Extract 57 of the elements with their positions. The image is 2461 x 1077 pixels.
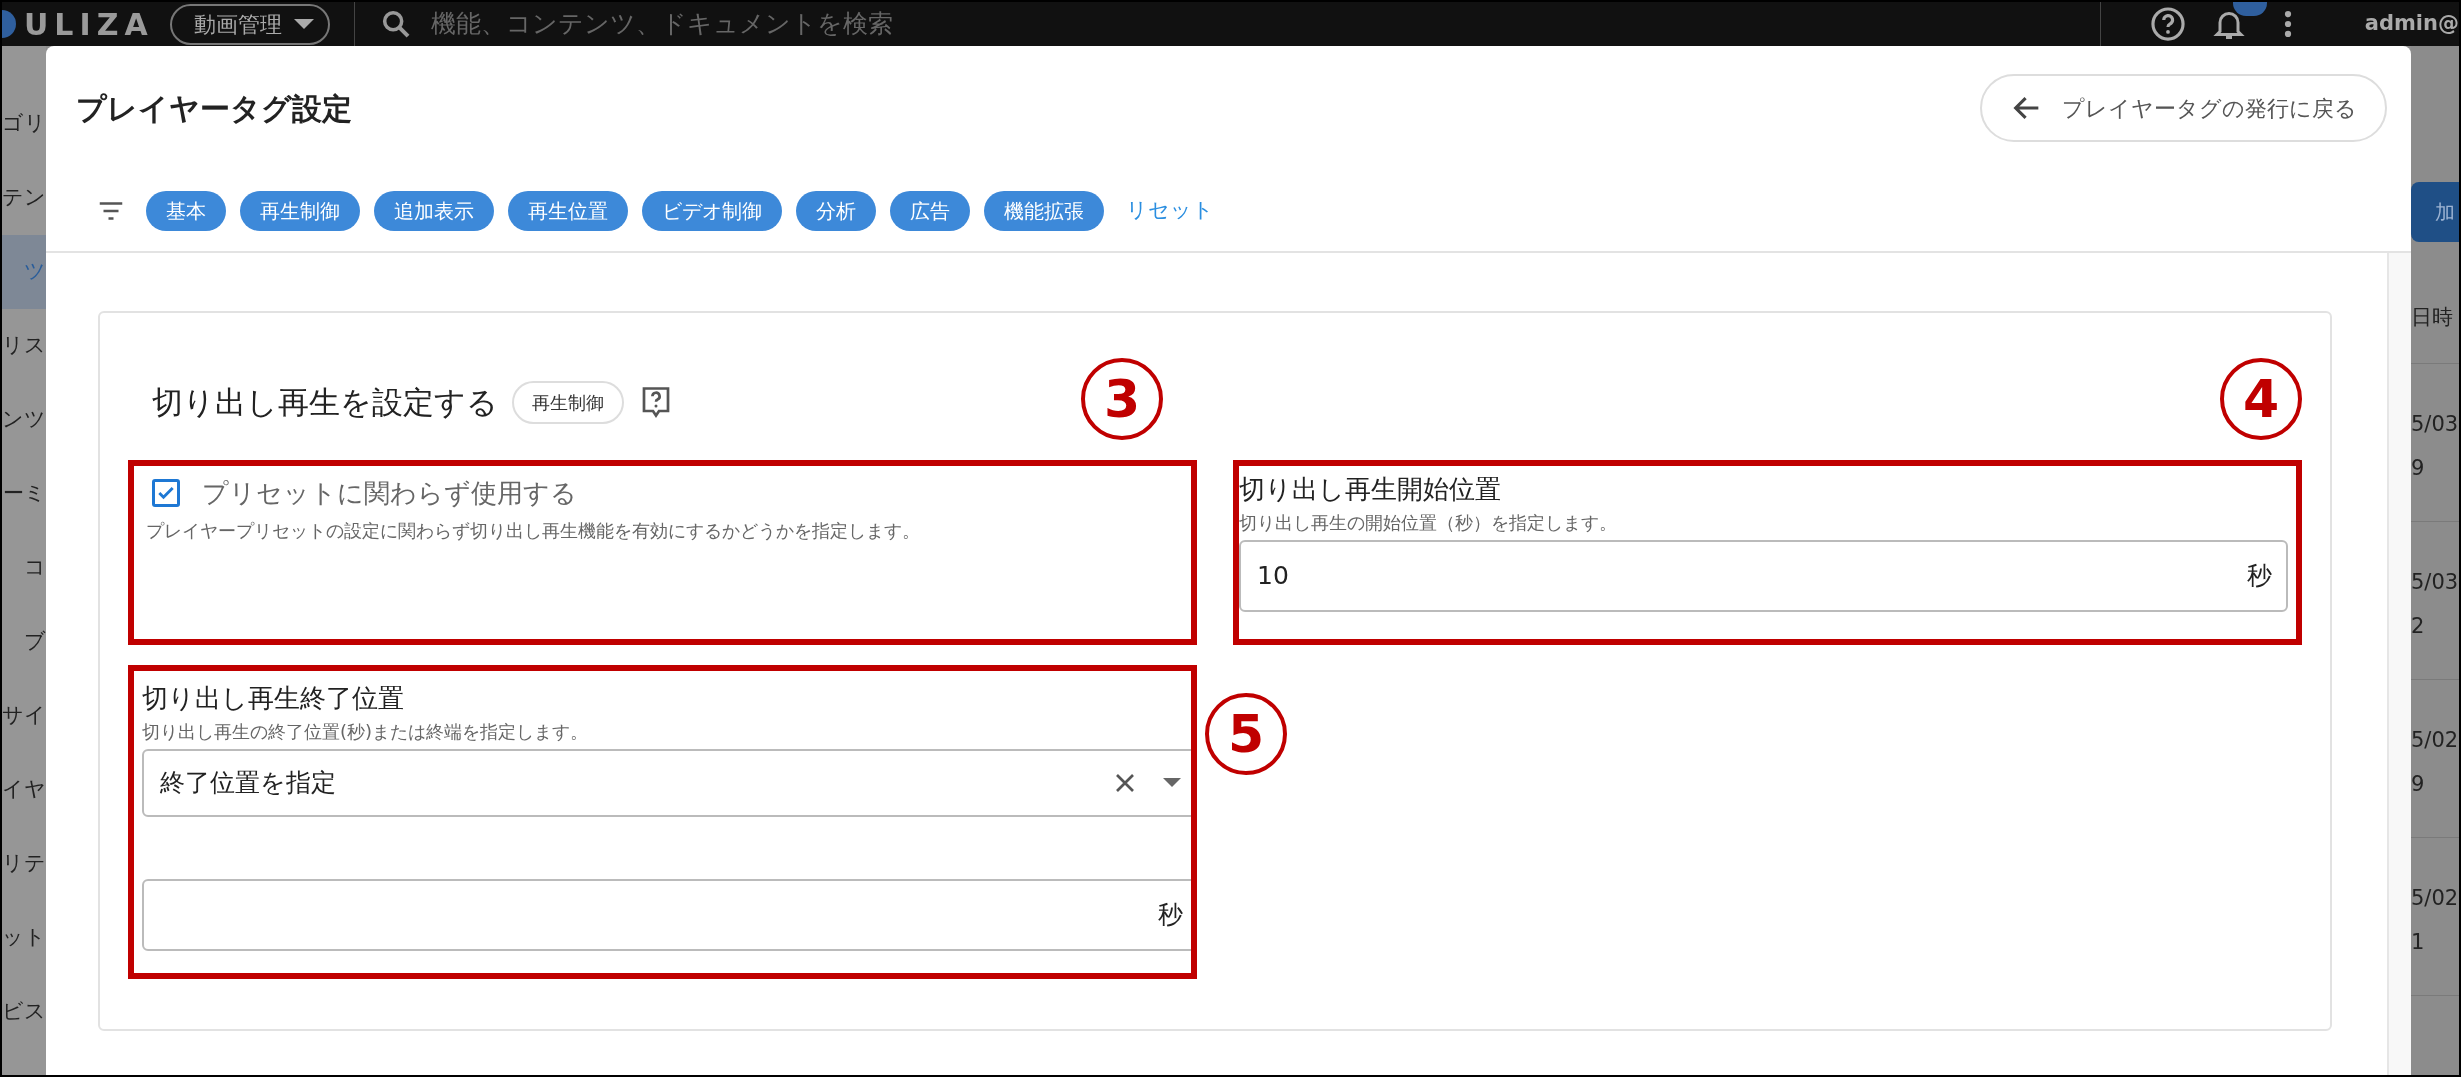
annotation-number: 5 bbox=[1205, 692, 1287, 775]
unit-label: 秒 bbox=[2247, 559, 2272, 592]
field-label: 切り出し再生開始位置 bbox=[1239, 472, 1502, 506]
field-description: 切り出し再生の終了位置(秒)または終端を指定します。 bbox=[142, 719, 590, 744]
table-cell-text: 9 bbox=[2411, 771, 2426, 798]
sidebar-item[interactable]: リス bbox=[2, 309, 46, 383]
filter-chip[interactable]: 機能拡張 bbox=[984, 191, 1104, 231]
reset-link[interactable]: リセット bbox=[1126, 195, 1214, 227]
back-button[interactable]: プレイヤータグの発行に戻る bbox=[1980, 74, 2387, 142]
logo-text: ULIZA bbox=[24, 5, 154, 44]
dialog-title: プレイヤータグ設定 bbox=[76, 89, 352, 128]
field-label: 切り出し再生終了位置 bbox=[142, 681, 405, 715]
filter-chip[interactable]: 広告 bbox=[890, 191, 970, 231]
table-cell-text: 5/03 bbox=[2411, 411, 2459, 438]
field-description: プレイヤープリセットの設定に関わらず切り出し再生機能を有効にするかどうかを指定します。 bbox=[146, 518, 921, 543]
table-cell-text: 5/03 bbox=[2411, 569, 2459, 596]
table-cell-text: 5/02 bbox=[2411, 727, 2459, 754]
sidebar-item[interactable]: イヤ bbox=[2, 753, 46, 827]
sidebar-item[interactable]: サイ bbox=[2, 679, 46, 753]
number-field[interactable]: 10 秒 bbox=[1239, 539, 2288, 612]
select-field[interactable]: 終了位置を指定 bbox=[142, 748, 1191, 817]
service-menu[interactable]: 動画管理 bbox=[169, 3, 330, 45]
logo-icon bbox=[2, 10, 16, 38]
filter-chip[interactable]: 追加表示 bbox=[374, 191, 494, 231]
field-description: 切り出し再生の開始位置（秒）を指定します。 bbox=[1239, 510, 1618, 535]
table-cell-text: 1 bbox=[2411, 929, 2426, 956]
sidebar-item[interactable]: リテ bbox=[2, 827, 46, 901]
filter-chip[interactable]: 再生制御 bbox=[240, 191, 360, 231]
sidebar-item[interactable]: ンツ bbox=[2, 383, 46, 457]
unit-label: 秒 bbox=[1158, 898, 1183, 931]
annotation-number: 4 bbox=[2220, 357, 2302, 440]
section-title: 切り出し再生を設定する bbox=[152, 383, 498, 422]
filter-chip[interactable]: 基本 bbox=[146, 191, 226, 231]
caret-icon bbox=[293, 19, 314, 29]
checkbox-label: プリセットに関わらず使用する bbox=[202, 476, 577, 510]
filter-chip[interactable]: ビデオ制御 bbox=[642, 191, 782, 231]
add-button[interactable]: 加 bbox=[2411, 182, 2459, 242]
annotation-number: 3 bbox=[1081, 357, 1163, 440]
caret-icon bbox=[1163, 778, 1181, 787]
table-cell-text: 2 bbox=[2411, 613, 2426, 640]
sidebar-item[interactable]: テン bbox=[2, 161, 46, 235]
sidebar-item[interactable]: ブ bbox=[2, 605, 46, 679]
sidebar-item[interactable]: ビス bbox=[2, 975, 46, 1049]
sidebar-item[interactable]: ーミ bbox=[2, 457, 46, 531]
filter-chip[interactable]: 分析 bbox=[796, 191, 876, 231]
category-tag: 再生制御 bbox=[512, 380, 624, 424]
table-cell-text: 9 bbox=[2411, 455, 2426, 482]
filter-chip[interactable]: 再生位置 bbox=[508, 191, 628, 231]
help-icon[interactable] bbox=[2148, 5, 2187, 43]
table-cell-text: 5/02 bbox=[2411, 885, 2459, 912]
sidebar-item[interactable]: ット bbox=[2, 901, 46, 975]
number-field[interactable]: 秒 bbox=[142, 878, 1191, 951]
checkbox[interactable] bbox=[152, 479, 180, 507]
user-name[interactable]: admin@ bbox=[2364, 8, 2459, 40]
sidebar-item[interactable]: ゴリ bbox=[2, 87, 46, 161]
column-header: 日時 bbox=[2411, 272, 2459, 364]
sidebar-item[interactable]: コ bbox=[2, 531, 46, 605]
